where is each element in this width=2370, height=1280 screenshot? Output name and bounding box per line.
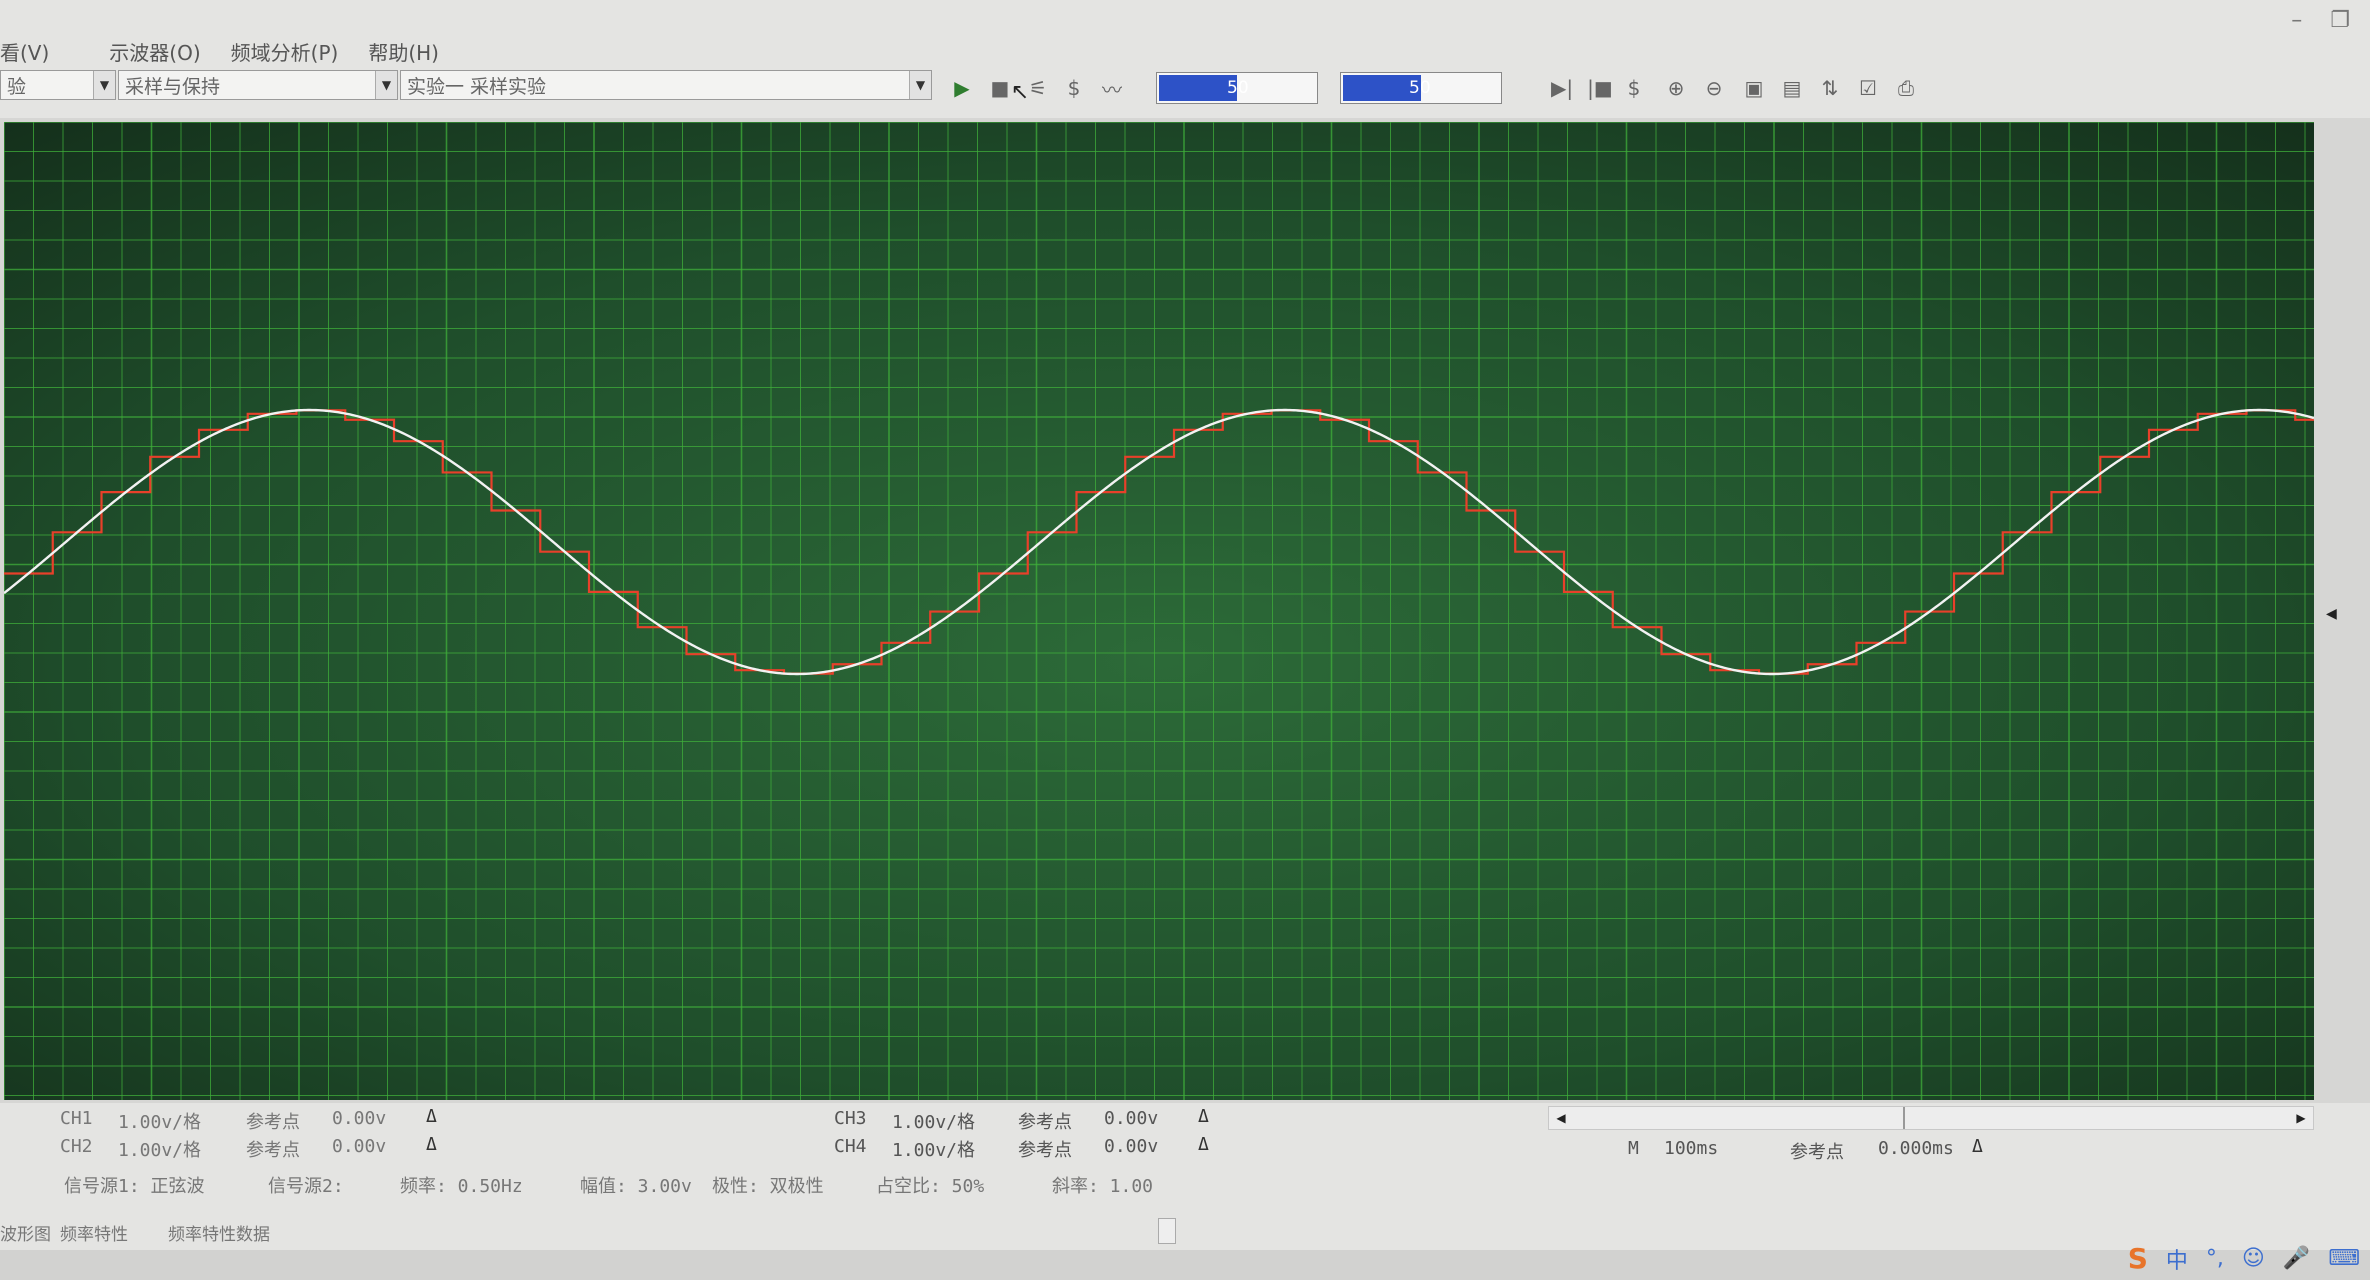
ch1-ref-value[interactable]: 0.00v bbox=[332, 1108, 386, 1129]
ch3-ref-value[interactable]: 0.00v bbox=[1104, 1108, 1158, 1129]
signal-duty: 占空比: 50% bbox=[876, 1176, 985, 1197]
minimize-icon[interactable]: – bbox=[2291, 8, 2302, 33]
trigger-marker-icon: ◀ bbox=[2326, 606, 2337, 622]
signal-polarity: 极性: 双极性 bbox=[712, 1176, 824, 1197]
slider-1-value: 50 bbox=[1227, 78, 1249, 98]
restore-icon[interactable]: ❐ bbox=[2330, 8, 2350, 33]
play-icon[interactable]: ▶ bbox=[948, 74, 976, 102]
dollar-icon[interactable]: $ bbox=[1620, 74, 1648, 102]
punctuation-icon[interactable]: °, bbox=[2206, 1246, 2224, 1271]
ch1-ref-label: 参考点 bbox=[246, 1112, 300, 1133]
ch2-ref-label: 参考点 bbox=[246, 1140, 300, 1161]
ch4-delta-icon[interactable]: Δ bbox=[1198, 1134, 1209, 1155]
sogou-ime-icon[interactable]: S bbox=[2128, 1242, 2148, 1275]
zoom-in-icon[interactable]: ⊕ bbox=[1662, 74, 1690, 102]
bottom-tabs: 波形图 频率特性 频率特性数据 bbox=[0, 1218, 2370, 1248]
menu-help[interactable]: 帮助(H) bbox=[368, 37, 469, 66]
timebase-ref-value[interactable]: 0.000ms bbox=[1878, 1138, 1954, 1159]
timebase-ref-label: 参考点 bbox=[1790, 1142, 1844, 1163]
system-tray: S 中 °, ☺ 🎤 ⌨ bbox=[2128, 1242, 2360, 1275]
signal-frequency: 频率: 0.50Hz bbox=[400, 1176, 523, 1197]
ch2-scale[interactable]: 1.00v/格 bbox=[118, 1136, 201, 1162]
oscilloscope-app-window: 看(V) 示波器(O) 频域分析(P) 帮助(H) – ❐ 验 ▼ 采样与保持 … bbox=[0, 0, 2370, 1280]
ch2-delta-icon[interactable]: Δ bbox=[426, 1134, 437, 1155]
signal-source-1: 信号源1: 正弦波 bbox=[64, 1176, 205, 1197]
ch4-scale[interactable]: 1.00v/格 bbox=[892, 1136, 975, 1162]
ch1-label: CH1 bbox=[60, 1108, 93, 1129]
camera-icon[interactable]: ▣ bbox=[1740, 74, 1768, 102]
slider-1-fill bbox=[1159, 75, 1237, 101]
print-icon[interactable]: ⎙ bbox=[1892, 74, 1920, 102]
menu-oscilloscope[interactable]: 示波器(O) bbox=[109, 37, 230, 66]
ch3-scale[interactable]: 1.00v/格 bbox=[892, 1108, 975, 1134]
run-step-icon[interactable]: ▶| bbox=[1548, 74, 1576, 102]
sort-icon[interactable]: ⇅ bbox=[1816, 74, 1844, 102]
microphone-icon[interactable]: 🎤 bbox=[2283, 1246, 2310, 1271]
experiment-sub-combo[interactable]: 实验一 采样实验 ▼ bbox=[400, 70, 932, 100]
ch4-ref-value[interactable]: 0.00v bbox=[1104, 1136, 1158, 1157]
chevron-down-icon[interactable]: ▼ bbox=[909, 71, 931, 99]
emoji-icon[interactable]: ☺ bbox=[2242, 1246, 2265, 1271]
signal-icon[interactable]: $ bbox=[1060, 74, 1088, 102]
menu-view[interactable]: 看(V) bbox=[0, 37, 79, 66]
ch4-ref-label: 参考点 bbox=[1018, 1140, 1072, 1161]
slider-2-value: 50 bbox=[1409, 78, 1431, 98]
ch1-delta-icon[interactable]: Δ bbox=[426, 1106, 437, 1127]
zoom-out-icon[interactable]: ⊖ bbox=[1700, 74, 1728, 102]
tab-waveform[interactable]: 波形图 bbox=[0, 1220, 51, 1245]
tab-frequency-response[interactable]: 频率特性 bbox=[60, 1220, 128, 1245]
taskbar bbox=[0, 1250, 2370, 1280]
chinese-input-icon[interactable]: 中 bbox=[2166, 1243, 2188, 1275]
ch2-label: CH2 bbox=[60, 1136, 93, 1157]
stop-step-icon[interactable]: |■ bbox=[1586, 74, 1614, 102]
timebase-label: M bbox=[1628, 1138, 1639, 1159]
check-icon[interactable]: ☑ bbox=[1854, 74, 1882, 102]
tab-frequency-data[interactable]: 频率特性数据 bbox=[168, 1220, 270, 1245]
scroll-left-icon[interactable]: ◀ bbox=[1551, 1108, 1571, 1128]
signal-source-2: 信号源2: bbox=[268, 1176, 344, 1197]
timebase-delta-icon[interactable]: Δ bbox=[1972, 1136, 1983, 1157]
experiment-type-combo[interactable]: 验 ▼ bbox=[0, 70, 116, 100]
chevron-down-icon[interactable]: ▼ bbox=[93, 71, 115, 99]
splitter-handle[interactable] bbox=[1158, 1218, 1176, 1244]
menu-frequency-analysis[interactable]: 频域分析(P) bbox=[231, 37, 369, 66]
menu-bar: 看(V) 示波器(O) 频域分析(P) 帮助(H) bbox=[0, 28, 2370, 74]
scrollbar-thumb[interactable] bbox=[1903, 1107, 1905, 1129]
slider-1[interactable]: 50 bbox=[1156, 72, 1318, 104]
ch2-ref-value[interactable]: 0.00v bbox=[332, 1136, 386, 1157]
timebase-value[interactable]: 100ms bbox=[1664, 1138, 1718, 1159]
experiment-name-combo[interactable]: 采样与保持 ▼ bbox=[118, 70, 398, 100]
ch1-scale[interactable]: 1.00v/格 bbox=[118, 1108, 201, 1134]
oscilloscope-screen[interactable] bbox=[4, 122, 2314, 1100]
ch3-ref-label: 参考点 bbox=[1018, 1112, 1072, 1133]
ch4-label: CH4 bbox=[834, 1136, 867, 1157]
scope-svg bbox=[4, 122, 2314, 1100]
signal-slope: 斜率: 1.00 bbox=[1052, 1176, 1154, 1197]
combo-value: 采样与保持 bbox=[125, 75, 221, 98]
ch3-label: CH3 bbox=[834, 1108, 867, 1129]
horizontal-scrollbar[interactable]: ◀ ▶ bbox=[1548, 1106, 2314, 1130]
combo-value: 验 bbox=[7, 75, 27, 98]
keyboard-icon[interactable]: ⌨ bbox=[2328, 1246, 2360, 1271]
chevron-down-icon[interactable]: ▼ bbox=[375, 71, 397, 99]
channel-select-icon[interactable]: ⚟ bbox=[1024, 74, 1052, 102]
ch3-delta-icon[interactable]: Δ bbox=[1198, 1106, 1209, 1127]
waveform-icon[interactable]: 〰 bbox=[1098, 74, 1126, 102]
slider-2[interactable]: 50 bbox=[1340, 72, 1502, 104]
scroll-right-icon[interactable]: ▶ bbox=[2291, 1108, 2311, 1128]
signal-amplitude: 幅值: 3.00v bbox=[580, 1176, 692, 1197]
table-icon[interactable]: ▤ bbox=[1778, 74, 1806, 102]
window-controls: – ❐ bbox=[2291, 8, 2350, 33]
combo-value: 实验一 采样实验 bbox=[407, 75, 547, 98]
